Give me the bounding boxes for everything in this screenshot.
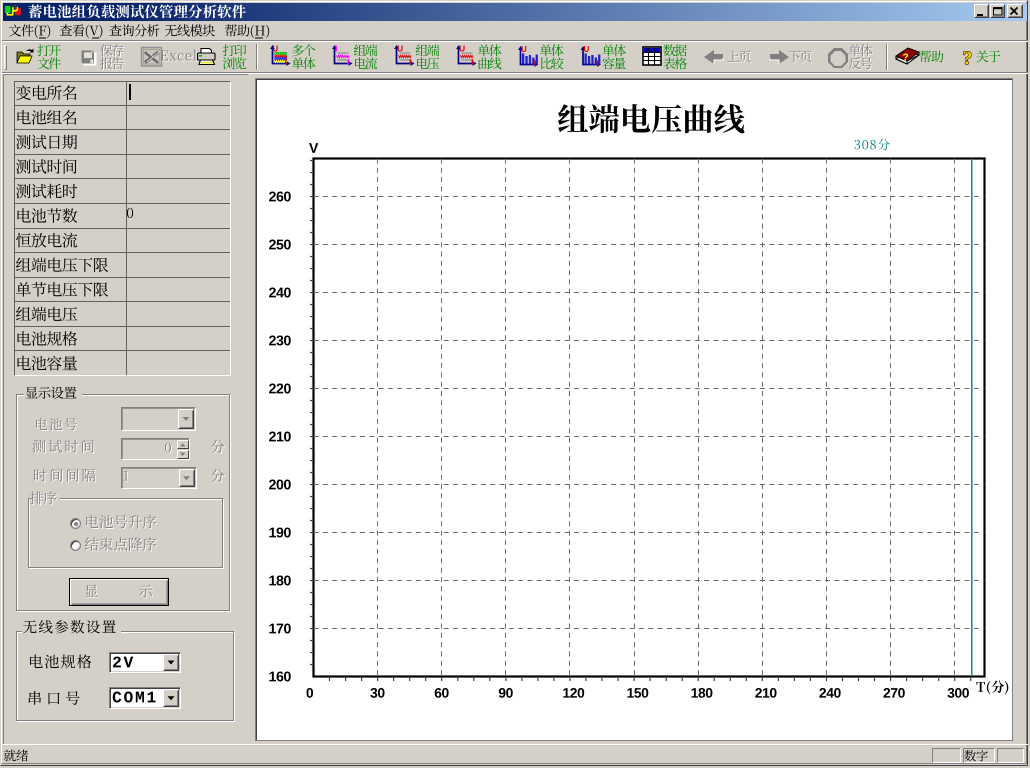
svg-text:t: t [347, 57, 350, 67]
svg-text:I: I [335, 44, 337, 54]
svg-text:U: U [397, 44, 403, 54]
svg-text:t: t [534, 59, 537, 68]
svg-text:t: t [596, 59, 599, 68]
svg-text:U: U [521, 45, 527, 54]
svg-text:?: ? [903, 53, 909, 64]
svg-text:t: t [285, 56, 288, 66]
svg-text:t: t [471, 57, 474, 67]
svg-text:?: ? [963, 48, 973, 70]
svg-text:t: t [409, 57, 412, 67]
svg-text:U: U [459, 44, 465, 54]
svg-text:U: U [584, 45, 590, 54]
